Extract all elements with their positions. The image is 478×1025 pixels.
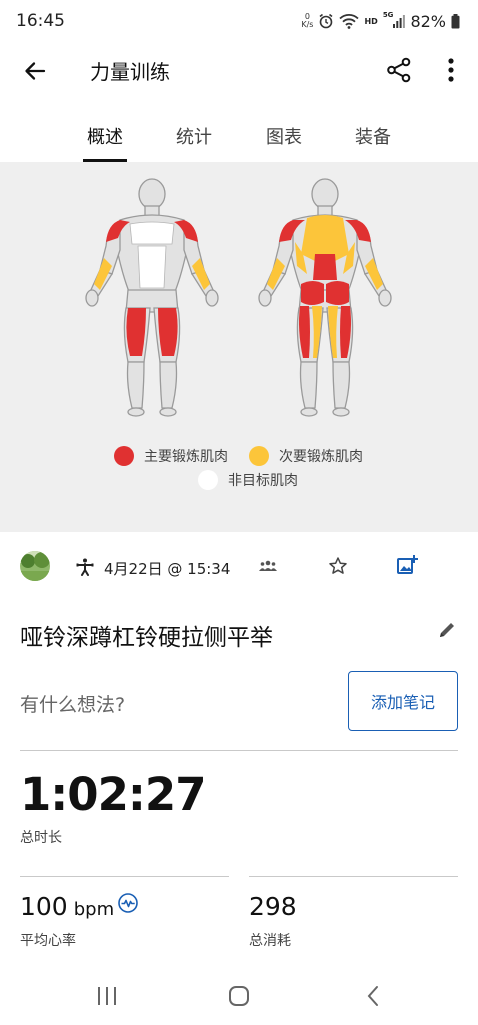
wifi-icon: [339, 13, 360, 29]
tab-overview[interactable]: 概述: [83, 110, 127, 162]
app-bar: 力量训练: [0, 42, 478, 98]
home-icon: [229, 986, 249, 1006]
net-speed: 0 K/s: [301, 12, 314, 29]
total-calories-value: 298: [249, 892, 297, 921]
legend-primary: 主要锻炼肌肉: [114, 446, 228, 466]
share-button[interactable]: [383, 54, 415, 86]
total-duration-label: 总时长: [20, 830, 62, 846]
share-icon: [387, 57, 411, 83]
divider: [20, 876, 229, 877]
muscle-map-panel: 主要锻炼肌肉 次要锻炼肌肉 非目标肌肉: [0, 162, 478, 532]
recent-apps-button[interactable]: [87, 982, 127, 1010]
front-body-figure: [85, 178, 219, 417]
signal-icon: 5G: [383, 11, 406, 28]
hd-label: HD: [364, 16, 378, 26]
system-nav-bar: [0, 970, 478, 1025]
status-time: 16:45: [16, 11, 65, 31]
tab-stats[interactable]: 统计: [172, 110, 216, 162]
back-button[interactable]: [18, 54, 52, 88]
activity-date: 4月22日 @ 15:34: [104, 560, 231, 578]
status-icons: 0 K/s HD 5G 82%: [301, 11, 460, 31]
tab-charts[interactable]: 图表: [262, 110, 306, 162]
divider: [20, 750, 458, 751]
battery-percent: 82%: [410, 11, 446, 31]
add-photo-icon[interactable]: [396, 554, 418, 580]
divider: [249, 876, 458, 877]
star-icon[interactable]: [328, 556, 348, 580]
avg-heart-rate-label: 平均心率: [20, 933, 76, 949]
workout-title: 哑铃深蹲杠铃硬拉侧平举: [20, 625, 273, 651]
activity-meta-row: 4月22日 @ 15:34: [0, 548, 478, 588]
strength-activity-icon: [76, 558, 94, 580]
avatar[interactable]: [20, 551, 50, 581]
people-icon[interactable]: [258, 558, 278, 578]
muscle-map-figure: [85, 178, 392, 417]
avatar-photo-icon: [20, 551, 50, 581]
legend-secondary: 次要锻炼肌肉: [249, 446, 363, 466]
recent-apps-icon: [98, 987, 116, 1005]
tab-gear[interactable]: 装备: [351, 110, 395, 162]
more-options-button[interactable]: [438, 54, 464, 86]
edit-title-icon[interactable]: [438, 621, 456, 643]
non-target-muscle-swatch: [198, 470, 218, 490]
add-note-button[interactable]: 添加笔记: [348, 671, 458, 731]
home-button[interactable]: [219, 982, 259, 1010]
tab-bar: 概述 统计 图表 装备: [0, 110, 478, 162]
primary-muscle-swatch: [114, 446, 134, 466]
more-vertical-icon: [448, 58, 454, 82]
secondary-muscle-swatch: [249, 446, 269, 466]
system-back-button[interactable]: [353, 982, 393, 1010]
status-bar: 16:45 0 K/s HD 5G 82%: [0, 0, 478, 42]
chevron-left-icon: [367, 986, 378, 1006]
battery-icon: [451, 13, 460, 29]
total-duration-value: 1:02:27: [20, 768, 207, 821]
heart-rate-icon[interactable]: [118, 893, 138, 917]
notes-input[interactable]: 有什么想法?: [20, 690, 125, 717]
back-body-figure: [258, 178, 392, 417]
total-calories-label: 总消耗: [249, 933, 291, 949]
arrow-left-icon: [25, 62, 46, 80]
alarm-icon: [318, 13, 334, 29]
legend-non-target: 非目标肌肉: [198, 470, 298, 490]
page-title: 力量训练: [90, 60, 170, 84]
avg-heart-rate-value: 100 bpm: [20, 892, 115, 921]
